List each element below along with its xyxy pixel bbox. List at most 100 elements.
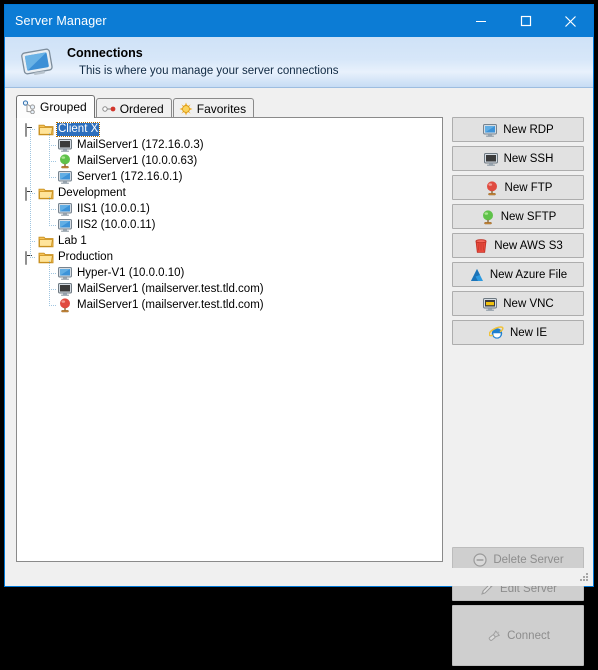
server-manager-window: Server Manager Connections This is where… <box>4 4 594 666</box>
tab-favorites-label: Favorites <box>196 101 247 116</box>
tree-group-node[interactable]: Lab 1 <box>17 233 442 249</box>
ssh-monitor-icon <box>58 283 72 296</box>
connections-tree-panel[interactable]: Client X MailServer1 (172.16.0.3) MailServ… <box>16 117 443 562</box>
ftp-red-icon <box>486 180 497 195</box>
rdp-monitor-icon <box>58 203 72 216</box>
minus-box-icon <box>25 122 27 137</box>
sftp-green-icon <box>60 154 70 169</box>
header-texts: Connections This is where you manage you… <box>67 46 339 79</box>
connections-tree[interactable]: Client X MailServer1 (172.16.0.3) MailServ… <box>17 118 442 313</box>
tree-node-label: Hyper-V1 (10.0.0.10) <box>77 266 185 279</box>
window-title: Server Manager <box>15 14 107 28</box>
rdp-monitor-icon <box>58 171 72 184</box>
button-label: New VNC <box>503 297 554 310</box>
window-controls <box>458 5 593 37</box>
new-ie-button[interactable]: New IE <box>452 320 584 345</box>
button-label: New SFTP <box>500 210 557 223</box>
maximize-icon <box>520 15 531 27</box>
button-label: New RDP <box>503 123 554 136</box>
tree-server-node[interactable]: MailServer1 (172.16.0.3) <box>17 137 442 153</box>
rdp-monitor-icon <box>58 219 72 232</box>
tab-ordered-label: Ordered <box>119 101 164 116</box>
status-bar <box>5 568 593 586</box>
tree-node-label: Production <box>58 250 113 263</box>
tree-node-label: MailServer1 (172.16.0.3) <box>77 138 204 151</box>
button-label: Delete Server <box>493 553 564 566</box>
tree-group-node[interactable]: Client X <box>17 121 442 137</box>
new-rdp-button[interactable]: New RDP <box>452 117 584 142</box>
tree-expander-spacer <box>25 236 36 247</box>
folder-icon <box>38 124 54 136</box>
star-sun-icon <box>179 102 193 115</box>
collapse-expander-icon[interactable] <box>25 122 36 137</box>
aws-bucket-icon <box>475 238 487 253</box>
ssh-monitor-icon <box>58 139 72 152</box>
plug-icon <box>488 629 501 641</box>
button-label: New FTP <box>504 181 553 194</box>
tree-server-node[interactable]: MailServer1 (mailserver.test.tld.com) <box>17 297 442 313</box>
new-ssh-button[interactable]: New SSH <box>452 146 584 171</box>
page-subtitle: This is where you manage your server con… <box>79 64 339 77</box>
tree-node-label: MailServer1 (mailserver.test.tld.com) <box>77 298 264 311</box>
tree-server-node[interactable]: Hyper-V1 (10.0.0.10) <box>17 265 442 281</box>
minus-box-icon <box>25 186 27 201</box>
new-sftp-button[interactable]: New SFTP <box>452 204 584 229</box>
folder-icon <box>38 252 54 264</box>
tree-node-label: Development <box>58 186 126 199</box>
new-azure-file-button[interactable]: New Azure File <box>452 262 584 287</box>
collapse-expander-icon[interactable] <box>25 250 36 265</box>
azure-triangle-icon <box>470 268 483 281</box>
button-label: New SSH <box>503 152 554 165</box>
ftp-red-icon <box>60 298 70 313</box>
connect-button: Connect <box>452 605 584 666</box>
minus-box-icon <box>25 250 27 265</box>
rdp-monitor-icon <box>58 267 72 280</box>
action-button-column: Delete Server Edit Server Connect <box>452 547 584 670</box>
vnc-monitor-icon <box>483 297 498 311</box>
tree-server-node[interactable]: IIS2 (10.0.0.11) <box>17 217 442 233</box>
new-vnc-button[interactable]: New VNC <box>452 291 584 316</box>
minimize-icon <box>475 21 486 22</box>
hierarchy-icon <box>22 100 36 114</box>
tree-expander-spacer <box>44 300 55 311</box>
tree-expander-spacer <box>44 156 55 167</box>
new-ftp-button[interactable]: New FTP <box>452 175 584 200</box>
window-body: Grouped Ordered Favorites Client X MailS… <box>5 88 593 666</box>
tree-server-node[interactable]: Server1 (172.16.0.1) <box>17 169 442 185</box>
sftp-green-icon <box>482 209 493 224</box>
internet-explorer-icon <box>488 325 504 339</box>
tree-expander-spacer <box>44 268 55 279</box>
tree-node-label: IIS2 (10.0.0.11) <box>77 218 156 231</box>
folder-icon <box>38 188 54 200</box>
tree-node-label: MailServer1 (mailserver.test.tld.com) <box>77 282 264 295</box>
resize-grip-icon[interactable] <box>578 571 590 583</box>
tree-server-node[interactable]: IIS1 (10.0.0.1) <box>17 201 442 217</box>
close-icon <box>565 15 576 27</box>
button-label: New IE <box>509 326 548 339</box>
folder-icon <box>38 236 54 248</box>
tab-grouped[interactable]: Grouped <box>16 95 95 118</box>
page-title: Connections <box>67 45 143 60</box>
tree-expander-spacer <box>44 284 55 295</box>
delete-circle-icon <box>473 552 487 567</box>
collapse-expander-icon[interactable] <box>25 186 36 201</box>
tree-server-node[interactable]: MailServer1 (10.0.0.63) <box>17 153 442 169</box>
tree-node-label: Client X <box>55 121 101 137</box>
button-label: Connect <box>507 629 550 642</box>
close-button[interactable] <box>548 5 593 37</box>
new-connection-button-column: New RDP New SSH New FTP New SFTP New AWS S3 N… <box>452 117 584 349</box>
tab-favorites[interactable]: Favorites <box>172 98 255 118</box>
new-aws-s3-button[interactable]: New AWS S3 <box>452 233 584 258</box>
tree-server-node[interactable]: MailServer1 (mailserver.test.tld.com) <box>17 281 442 297</box>
tree-group-node[interactable]: Production <box>17 249 442 265</box>
ordered-list-icon <box>102 105 116 112</box>
tree-node-label: IIS1 (10.0.0.1) <box>77 202 150 215</box>
tree-expander-spacer <box>44 204 55 215</box>
tree-group-node[interactable]: Development <box>17 185 442 201</box>
tab-ordered[interactable]: Ordered <box>95 98 172 118</box>
monitor-icon <box>21 48 53 76</box>
minimize-button[interactable] <box>458 5 503 37</box>
maximize-button[interactable] <box>503 5 548 37</box>
title-bar[interactable]: Server Manager <box>5 5 593 37</box>
tree-expander-spacer <box>44 140 55 151</box>
